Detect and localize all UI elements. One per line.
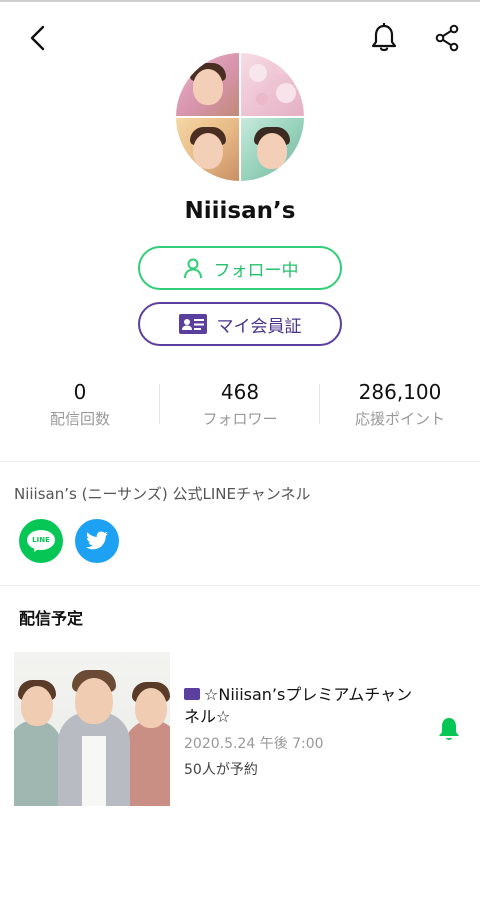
event-title-row[interactable]: ☆Niiisan’sプレミアムチャンネル☆ bbox=[184, 684, 424, 728]
member-card-label: マイ会員証 bbox=[216, 316, 302, 337]
thumbnail-person-left bbox=[14, 666, 62, 806]
bell-icon bbox=[371, 23, 397, 52]
channel-avatar bbox=[176, 53, 304, 181]
event-date: 2020.5.24 午後 7:00 bbox=[184, 736, 324, 752]
twitter-link-button[interactable] bbox=[75, 519, 119, 563]
channel-stats: 0 配信回数 468 フォロワー 286,100 応援ポイント bbox=[0, 378, 480, 438]
line-logo-text: LINE bbox=[32, 536, 50, 544]
thumbnail-person-center bbox=[58, 652, 130, 806]
stat-followers[interactable]: 468 フォロワー bbox=[160, 378, 320, 429]
channel-name: Niiisan’s bbox=[184, 198, 296, 224]
share-icon bbox=[435, 24, 459, 52]
follow-label: フォロー中 bbox=[213, 260, 299, 281]
event-title: ☆Niiisan’sプレミアムチャンネル☆ bbox=[184, 685, 413, 726]
back-button[interactable] bbox=[16, 16, 60, 60]
stat-label: フォロワー bbox=[202, 410, 278, 428]
share-button[interactable] bbox=[425, 16, 469, 60]
stat-value: 286,100 bbox=[358, 380, 442, 404]
bell-filled-icon bbox=[439, 718, 459, 740]
person-icon bbox=[183, 258, 202, 279]
twitter-bird-icon bbox=[86, 531, 108, 550]
event-reservations: 50人が予約 bbox=[184, 762, 258, 778]
schedule-section-title: 配信予定 bbox=[19, 609, 84, 628]
notification-button[interactable] bbox=[362, 16, 406, 60]
avatar-photo-1 bbox=[176, 53, 240, 117]
stat-label: 配信回数 bbox=[49, 410, 110, 428]
avatar-photo-3 bbox=[176, 117, 240, 181]
member-card-button[interactable]: マイ会員証 bbox=[138, 302, 342, 346]
line-link-button[interactable]: LINE bbox=[19, 519, 63, 563]
member-card-icon bbox=[178, 314, 207, 334]
stat-value: 468 bbox=[220, 380, 260, 404]
stat-value: 0 bbox=[73, 380, 87, 404]
event-thumbnail[interactable] bbox=[14, 652, 170, 806]
section-divider bbox=[0, 585, 480, 586]
stat-broadcasts: 0 配信回数 bbox=[0, 378, 160, 429]
chevron-left-icon bbox=[30, 25, 45, 51]
status-divider bbox=[0, 0, 480, 2]
avatar-photo-4 bbox=[240, 117, 304, 181]
avatar-photo-2 bbox=[240, 53, 304, 117]
member-only-badge-icon bbox=[184, 687, 200, 700]
stat-label: 応援ポイント bbox=[354, 410, 445, 428]
follow-button[interactable]: フォロー中 bbox=[138, 246, 342, 290]
channel-description: Niiisan’s (ニーサンズ) 公式LINEチャンネル bbox=[14, 485, 311, 503]
thumbnail-person-right bbox=[124, 666, 170, 806]
section-divider bbox=[0, 461, 480, 462]
event-reminder-button[interactable] bbox=[434, 714, 464, 744]
stat-support-points[interactable]: 286,100 応援ポイント bbox=[320, 378, 480, 429]
